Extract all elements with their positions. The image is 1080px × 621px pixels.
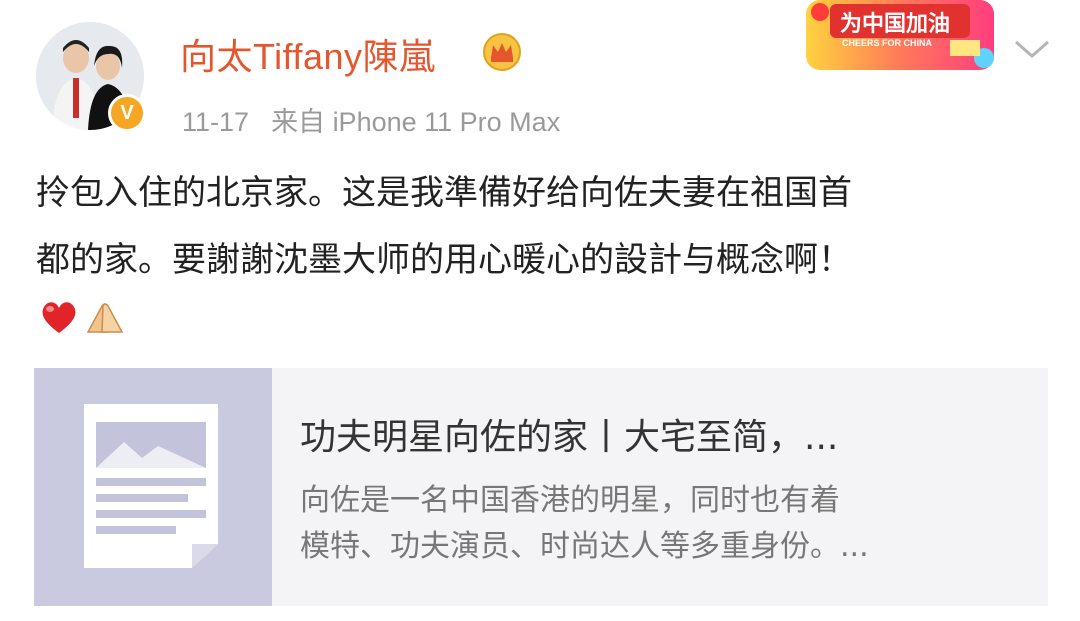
link-card-title: 功夫明星向佐的家丨大宅至简，... [300,417,839,458]
post-meta: 11-17 来自 iPhone 11 Pro Max [182,100,560,139]
cheers-for-china-badge[interactable]: 为中国加油 CHEERS FOR CHINA [800,0,1000,74]
crown-icon [483,33,521,71]
post-text: 拎包入住的北京家。这是我準備好给向佐夫妻在祖国首 都的家。要謝謝沈墨大师的用心暖… [36,160,1046,294]
cheer-badge-subtext: CHEERS FOR CHINA [842,38,933,48]
article-placeholder-icon [34,368,272,606]
cheer-badge-text: 为中国加油 [840,12,951,37]
link-thumbnail [34,368,272,606]
chevron-down-icon[interactable] [1010,34,1054,64]
post-date: 11-17 [182,107,250,137]
post-emojis [38,296,126,340]
link-card[interactable]: 功夫明星向佐的家丨大宅至简，... 向佐是一名中国香港的明星，同时也有着 模特、… [34,368,1048,606]
post-text-line-2: 都的家。要謝謝沈墨大师的用心暖心的設計与概念啊！ [36,240,852,280]
author-name[interactable]: 向太Tiffany陳嵐 [180,28,436,80]
post-text-line-1: 拎包入住的北京家。这是我準備好给向佐夫妻在祖国首 [36,173,852,213]
post-source[interactable]: 来自 iPhone 11 Pro Max [271,107,560,137]
folded-hands-icon [86,303,124,333]
link-card-description: 向佐是一名中国香港的明星，同时也有着 模特、功夫演员、时尚达人等多重身份。... [300,478,1020,570]
avatar[interactable]: V [36,22,148,134]
verified-badge-text: V [120,101,134,124]
weibo-post: V 向太Tiffany陳嵐 11-17 来自 iPhone 11 Pro Max [0,0,1080,621]
heart-emoji-icon [42,302,76,333]
link-card-desc-line-2: 模特、功夫演员、时尚达人等多重身份。... [300,529,869,564]
link-card-desc-line-1: 向佐是一名中国香港的明星，同时也有着 [300,483,840,518]
verified-badge-icon: V [108,94,146,132]
